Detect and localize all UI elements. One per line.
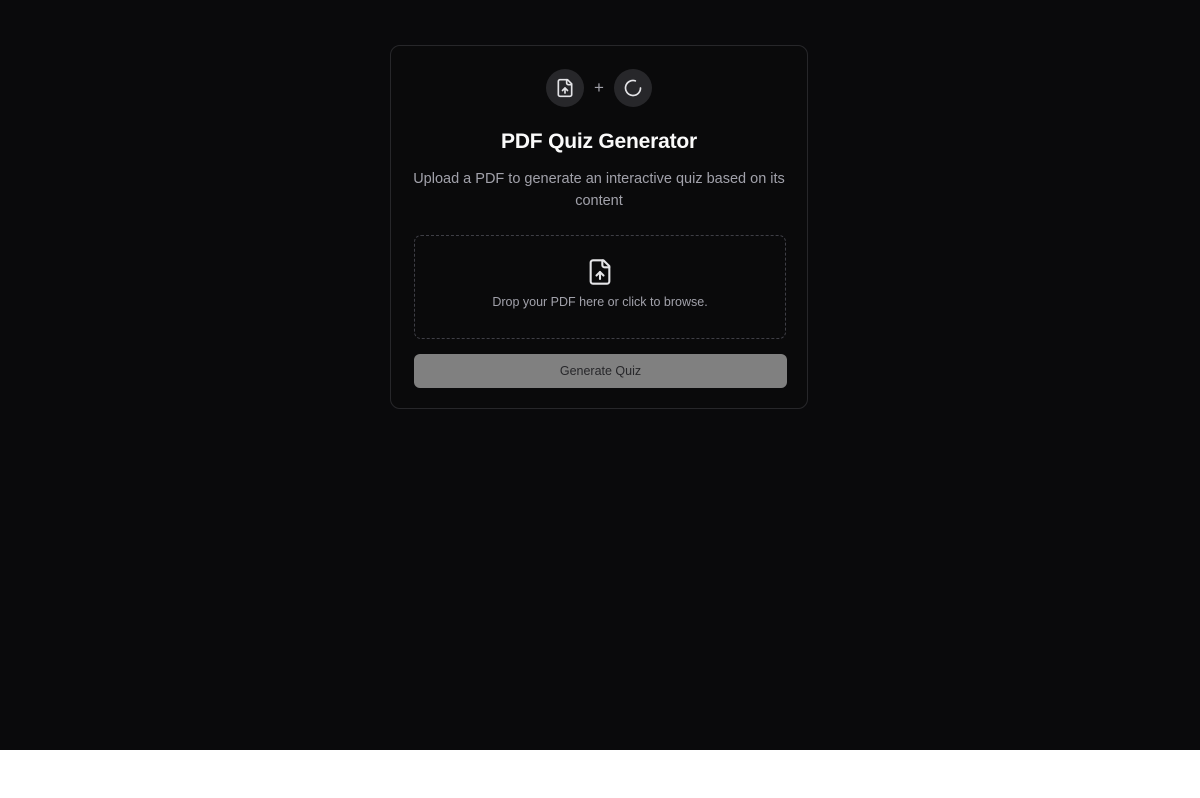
page-title: PDF Quiz Generator — [501, 130, 697, 153]
file-upload-badge — [546, 69, 584, 107]
quiz-generator-card: + PDF Quiz Generator Upload a PDF to gen… — [390, 45, 808, 409]
generate-quiz-button[interactable]: Generate Quiz — [414, 354, 787, 388]
app-background: + PDF Quiz Generator Upload a PDF to gen… — [0, 0, 1200, 750]
pdf-dropzone[interactable]: Drop your PDF here or click to browse. — [414, 235, 786, 339]
header-icon-row: + — [391, 69, 807, 107]
plus-icon: + — [594, 78, 604, 97]
file-upload-icon — [557, 78, 573, 98]
loader-icon — [624, 79, 642, 97]
page-subtitle: Upload a PDF to generate an interactive … — [413, 171, 785, 209]
dropzone-text: Drop your PDF here or click to browse. — [492, 295, 708, 309]
file-upload-icon — [589, 259, 611, 285]
loader-badge — [614, 69, 652, 107]
